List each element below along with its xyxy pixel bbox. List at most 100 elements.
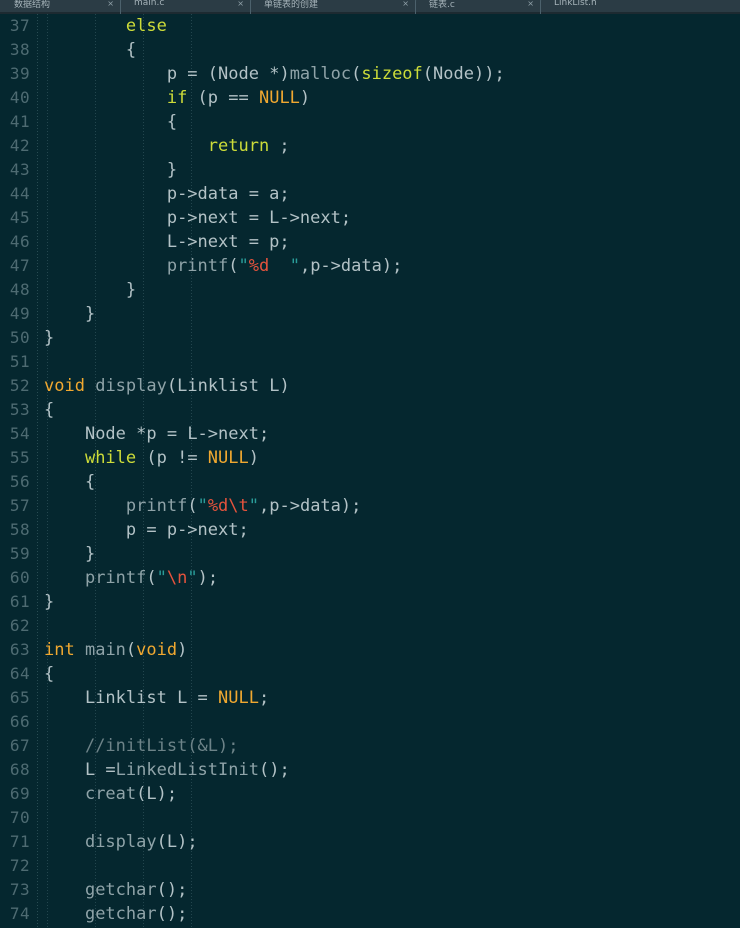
code-line[interactable]: 54 Node *p = L->next; xyxy=(0,422,740,446)
code-line[interactable]: 55 while (p != NULL) xyxy=(0,446,740,470)
code-line[interactable]: 56 { xyxy=(0,470,740,494)
editor-tab-3[interactable]: 单链表的创建 × xyxy=(250,0,415,14)
line-number: 57 xyxy=(9,496,30,515)
token-str: " xyxy=(238,256,249,276)
code-line[interactable]: 41 { xyxy=(0,110,740,134)
token-id: (); xyxy=(156,880,188,900)
code-line[interactable]: 73 getchar(); xyxy=(0,878,740,902)
token-id: L = xyxy=(166,688,219,708)
line-number: 60 xyxy=(9,568,30,587)
token-id: *p = L->next; xyxy=(125,424,270,444)
close-icon[interactable]: × xyxy=(513,0,534,8)
token-ty: void xyxy=(44,376,85,396)
close-icon[interactable]: × xyxy=(93,0,114,8)
code-line[interactable]: 62 xyxy=(0,614,740,638)
token-id: p->next = L->next; xyxy=(166,208,352,228)
code-line[interactable]: 42 return ; xyxy=(0,134,740,158)
code-line-text: p = (Node *)malloc(sizeof(Node)); xyxy=(44,62,505,86)
code-editor-pane[interactable]: 37 else 38 {39 p = (Node *)malloc(sizeof(… xyxy=(0,14,740,928)
code-line[interactable]: 57 printf("%d\t",p->data); xyxy=(0,494,740,518)
code-line[interactable]: 71 display(L); xyxy=(0,830,740,854)
code-line[interactable]: 72 xyxy=(0,854,740,878)
source-code-area[interactable]: 37 else 38 {39 p = (Node *)malloc(sizeof(… xyxy=(0,14,740,926)
token-fn: malloc xyxy=(289,64,352,84)
code-line[interactable]: 47 printf("%d ",p->data); xyxy=(0,254,740,278)
code-line[interactable]: 66 xyxy=(0,710,740,734)
code-line[interactable]: 48 } xyxy=(0,278,740,302)
line-number: 43 xyxy=(9,160,30,179)
code-line[interactable]: 40 if (p == NULL) xyxy=(0,86,740,110)
line-number: 62 xyxy=(9,616,30,635)
line-number: 51 xyxy=(9,352,30,371)
token-str: " xyxy=(187,568,198,588)
code-line[interactable]: 67 //initList(&L); xyxy=(0,734,740,758)
editor-tab-label: 数据结构 xyxy=(14,0,51,10)
line-number: 38 xyxy=(9,40,30,59)
code-line[interactable]: 68 L =LinkedListInit(); xyxy=(0,758,740,782)
token-id: ) xyxy=(248,448,259,468)
code-line[interactable]: 52 void display(Linklist L) xyxy=(0,374,740,398)
line-number: 48 xyxy=(9,280,30,299)
code-line[interactable]: 51 xyxy=(0,350,740,374)
code-line-text: if (p == NULL) xyxy=(44,86,310,110)
code-line-text: } xyxy=(44,302,95,326)
token-brc: { xyxy=(125,40,137,60)
code-line[interactable]: 69 creat(L); xyxy=(0,782,740,806)
code-line[interactable]: 38 { xyxy=(0,38,740,62)
editor-tab-5[interactable]: LinkList.h xyxy=(540,0,740,14)
token-kw: else xyxy=(125,16,167,36)
code-line[interactable]: 39 p = (Node *)malloc(sizeof(Node)); xyxy=(0,62,740,86)
code-line[interactable]: 65 Linklist L = NULL; xyxy=(0,686,740,710)
code-line[interactable]: 44 p->data = a; xyxy=(0,182,740,206)
token-id: ( xyxy=(187,496,198,516)
token-brc: { xyxy=(44,400,55,420)
code-line-text: p->next = L->next; xyxy=(44,206,351,230)
code-line[interactable]: 64 { xyxy=(0,662,740,686)
code-line-text: void display(Linklist L) xyxy=(44,374,290,398)
code-line[interactable]: 45 p->next = L->next; xyxy=(0,206,740,230)
code-line[interactable]: 53 { xyxy=(0,398,740,422)
token-str: " xyxy=(197,496,208,516)
code-line[interactable]: 70 xyxy=(0,806,740,830)
token-id: L->next = p; xyxy=(166,232,290,252)
token-id xyxy=(44,904,85,924)
code-line-text: L =LinkedListInit(); xyxy=(44,758,290,782)
code-line[interactable]: 37 else xyxy=(0,14,740,38)
line-number: 47 xyxy=(9,256,30,275)
code-line[interactable]: 49 } xyxy=(0,302,740,326)
line-number: 45 xyxy=(9,208,30,227)
code-line[interactable]: 46 L->next = p; xyxy=(0,230,740,254)
code-line[interactable]: 58 p = p->next; xyxy=(0,518,740,542)
code-line[interactable]: 60 printf("\n"); xyxy=(0,566,740,590)
token-kw: return xyxy=(207,136,270,156)
code-line[interactable]: 74 getchar(); xyxy=(0,902,740,926)
code-line-text: while (p != NULL) xyxy=(44,446,259,470)
code-line[interactable]: 63 int main(void) xyxy=(0,638,740,662)
token-str: " xyxy=(156,568,167,588)
editor-tab-label: 单链表的创建 xyxy=(264,0,319,10)
code-line-text: //initList(&L); xyxy=(44,734,239,758)
token-fn: main xyxy=(84,640,126,660)
token-id: ; xyxy=(258,688,270,708)
code-line[interactable]: 61} xyxy=(0,590,740,614)
editor-tab-strip[interactable]: 数据结构 × main.c × 单链表的创建 × 链表.c × LinkList.h xyxy=(0,0,740,14)
close-icon[interactable]: × xyxy=(388,0,409,8)
editor-tab-4[interactable]: 链表.c × xyxy=(415,0,540,14)
token-id: p->data = a; xyxy=(166,184,290,204)
token-ty: void xyxy=(136,640,178,660)
token-str: " xyxy=(269,256,300,276)
line-number: 72 xyxy=(9,856,30,875)
code-line-text: } xyxy=(44,326,54,350)
line-number: 42 xyxy=(9,136,30,155)
editor-tab-2[interactable]: main.c × xyxy=(120,0,250,14)
close-icon[interactable]: × xyxy=(223,0,244,8)
code-line[interactable]: 59 } xyxy=(0,542,740,566)
token-id xyxy=(44,520,126,540)
editor-tab-1[interactable]: 数据结构 × xyxy=(0,0,120,14)
code-line[interactable]: 50} xyxy=(0,326,740,350)
line-number: 39 xyxy=(9,64,30,83)
token-fn: creat xyxy=(84,784,137,804)
token-id: (); xyxy=(258,760,290,780)
token-brc: { xyxy=(84,472,96,492)
code-line[interactable]: 43 } xyxy=(0,158,740,182)
